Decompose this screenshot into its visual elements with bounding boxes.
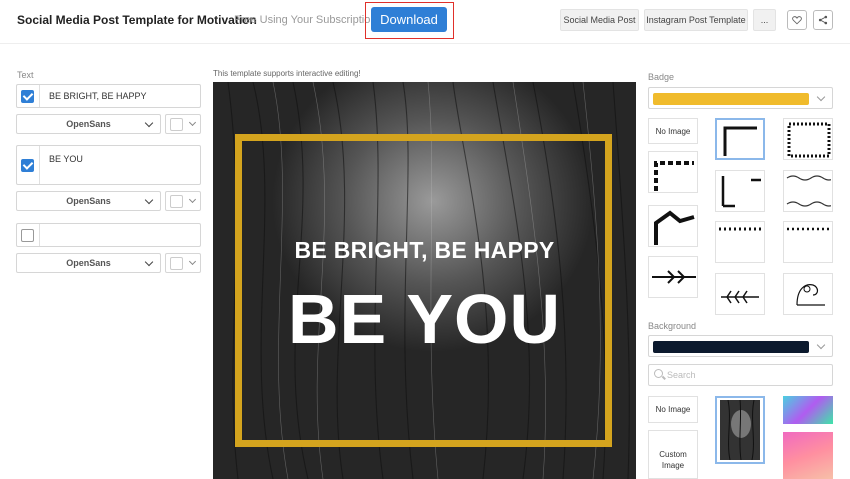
background-no-image[interactable]: No Image [648, 396, 698, 423]
color-swatch [170, 257, 183, 270]
text-row-2-color-select[interactable] [165, 191, 201, 211]
chevron-down-icon [188, 257, 197, 266]
download-button[interactable]: Download [371, 7, 447, 32]
chevron-down-icon [144, 257, 154, 267]
chevron-down-icon [816, 92, 826, 102]
badge-dotted-line[interactable] [715, 221, 765, 263]
background-color-swatch [653, 341, 809, 353]
text-row-3-checkbox[interactable] [21, 229, 34, 242]
text-row-2: BE YOU [16, 145, 201, 185]
more-tags-button[interactable]: ... [753, 9, 776, 31]
share-button[interactable] [813, 10, 833, 30]
tag-social-media-post[interactable]: Social Media Post [560, 9, 639, 31]
subscription-note: Free Using Your Subscription! [234, 14, 380, 26]
text-row-1-color-select[interactable] [165, 114, 201, 134]
text-row-3-input[interactable] [39, 224, 200, 246]
portrait-thumbnail-icon [720, 400, 760, 460]
page-title: Social Media Post Template for Motivatio… [17, 13, 257, 27]
top-bar: Social Media Post Template for Motivatio… [0, 0, 850, 44]
interactive-editing-note: This template supports interactive editi… [213, 69, 361, 78]
text-row-1-checkbox[interactable] [21, 90, 34, 103]
badge-panel-label: Badge [648, 72, 675, 82]
share-icon [818, 15, 828, 25]
badge-bow[interactable] [648, 205, 698, 247]
canvas-headline-1[interactable]: BE BRIGHT, BE HAPPY [213, 237, 636, 264]
badge-checker-border[interactable] [783, 118, 833, 160]
bow-icon [654, 210, 695, 245]
text-row-3-font-label: OpenSans [66, 258, 111, 268]
search-placeholder: Search [667, 370, 696, 380]
badge-floral[interactable] [783, 273, 833, 315]
background-photo-thumbnail[interactable] [715, 396, 765, 464]
background-search-field[interactable]: Search [648, 364, 833, 386]
badge-color-select[interactable] [648, 87, 833, 109]
badge-arrow-line[interactable] [648, 256, 698, 298]
checker-border-icon [787, 122, 831, 158]
background-gradient-1[interactable] [783, 396, 833, 424]
dashed-corner-icon [654, 161, 694, 191]
text-row-1-input[interactable]: BE BRIGHT, BE HAPPY [39, 85, 200, 107]
tag-instagram-post-template[interactable]: Instagram Post Template [644, 9, 748, 31]
text-row-2-font-select[interactable]: OpenSans [16, 191, 161, 211]
double-dots-icon [787, 227, 831, 231]
floral-icon [796, 284, 825, 306]
chevron-down-icon [188, 195, 197, 204]
badge-color-swatch [653, 93, 809, 105]
badge-double-dots[interactable] [783, 221, 833, 263]
canvas-headline-2[interactable]: BE YOU [213, 279, 636, 359]
badge-laurel[interactable] [715, 273, 765, 315]
search-icon [654, 369, 663, 378]
chevron-down-icon [188, 118, 197, 127]
badge-dashed-corner[interactable] [648, 151, 698, 193]
wave-border-icon [786, 175, 831, 207]
design-canvas[interactable]: BE BRIGHT, BE HAPPY BE YOU [213, 82, 636, 479]
text-row-2-input[interactable]: BE YOU [39, 146, 200, 184]
color-swatch [170, 118, 183, 131]
color-swatch [170, 195, 183, 208]
chevron-down-icon [816, 340, 826, 350]
text-row-1-font-label: OpenSans [66, 119, 111, 129]
corner-badge-icon [723, 126, 757, 156]
badge-no-image[interactable]: No Image [648, 118, 698, 144]
text-row-1: BE BRIGHT, BE HAPPY [16, 84, 201, 108]
arrow-line-icon [652, 270, 696, 284]
text-panel-label: Text [17, 70, 34, 80]
chevron-down-icon [144, 118, 154, 128]
text-row-2-checkbox[interactable] [21, 159, 34, 172]
text-row-3-font-select[interactable]: OpenSans [16, 253, 161, 273]
bracket-icon [721, 176, 761, 208]
background-color-select[interactable] [648, 335, 833, 357]
chevron-down-icon [144, 195, 154, 205]
text-row-1-font-select[interactable]: OpenSans [16, 114, 161, 134]
background-panel-label: Background [648, 321, 697, 331]
text-row-2-font-label: OpenSans [66, 196, 111, 206]
background-custom-image[interactable]: Custom Image [648, 430, 698, 479]
favorite-button[interactable] [787, 10, 807, 30]
text-row-3-color-select[interactable] [165, 253, 201, 273]
badge-corner-lines[interactable] [715, 118, 765, 160]
badge-bracket[interactable] [715, 170, 765, 212]
background-gradient-2[interactable] [783, 432, 833, 479]
text-row-3 [16, 223, 201, 247]
laurel-icon [721, 290, 759, 304]
heart-icon [792, 16, 802, 25]
badge-wave-border[interactable] [783, 170, 833, 212]
dotted-line-icon [719, 227, 763, 231]
